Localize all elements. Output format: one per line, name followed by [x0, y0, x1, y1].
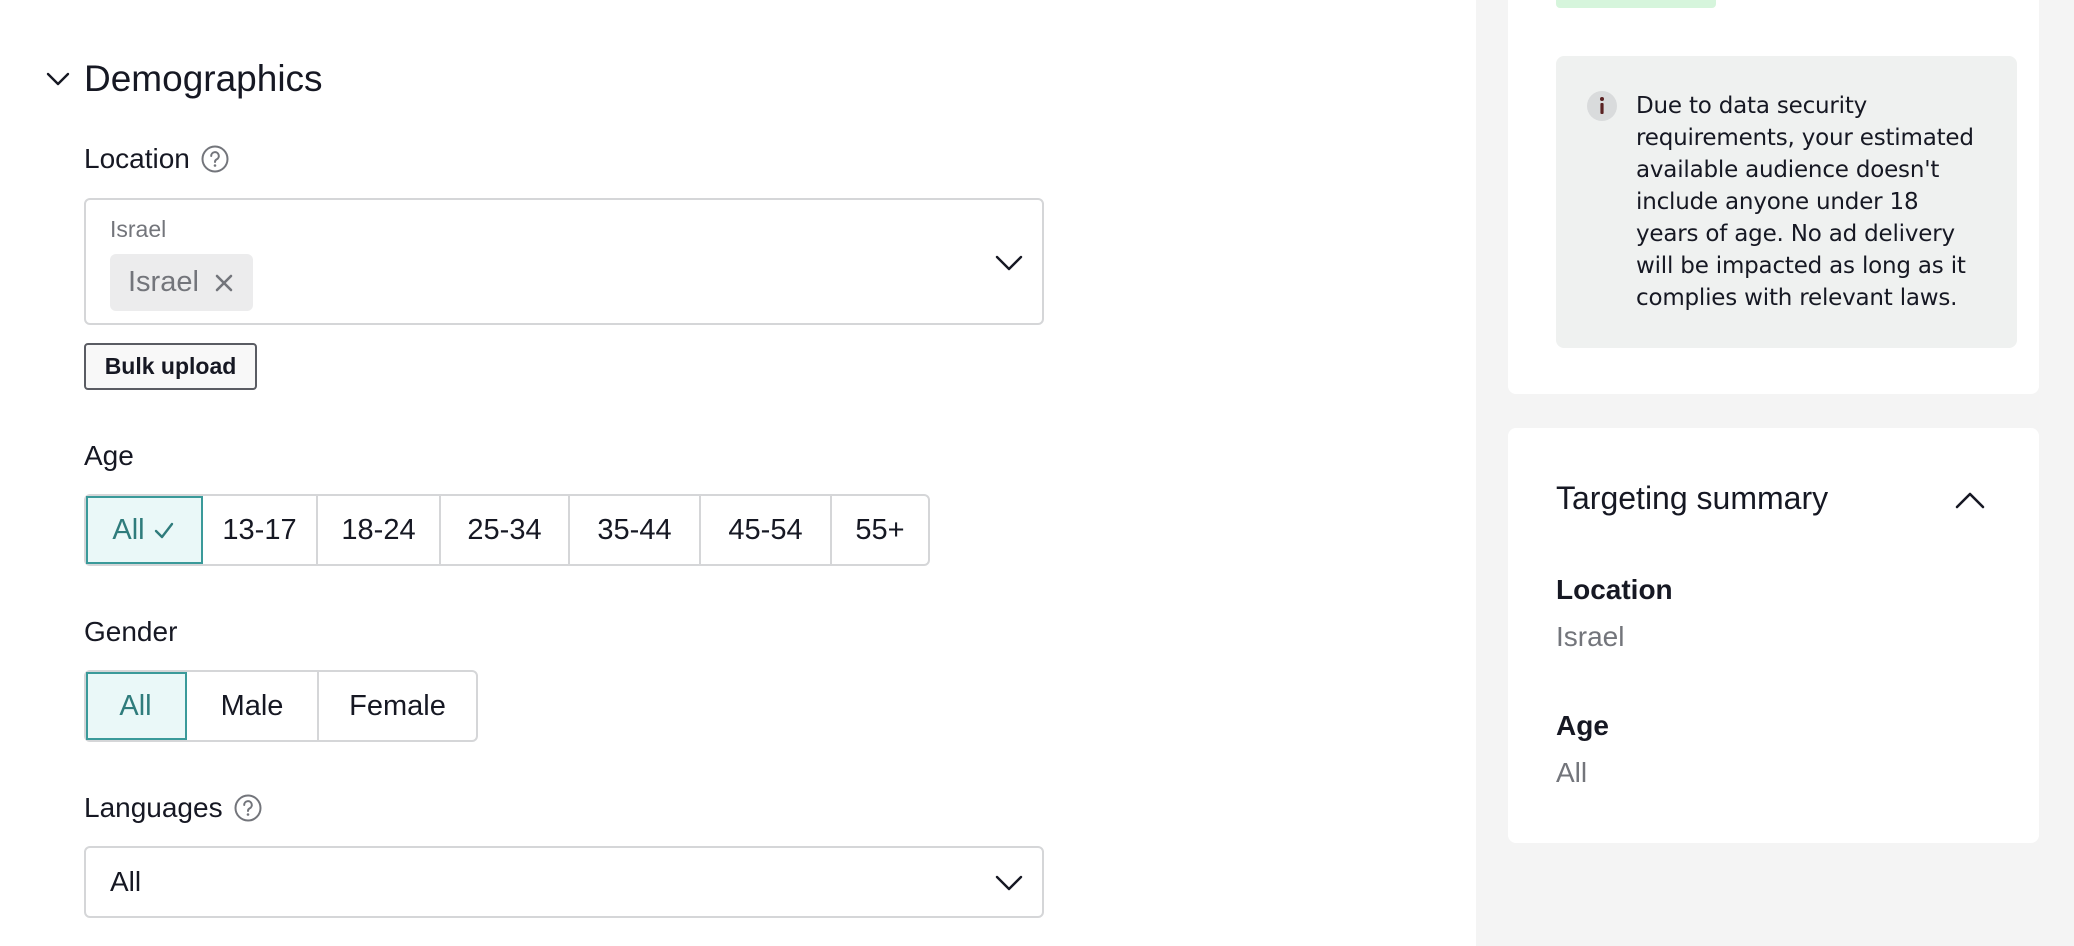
age-label-text: Age	[84, 440, 134, 471]
age-option-45-54[interactable]: 45-54	[701, 496, 832, 564]
targeting-summary-card: Targeting summary Location Israel Age Al…	[1508, 428, 2039, 843]
age-option-13-17[interactable]: 13-17	[203, 496, 318, 564]
chevron-down-icon[interactable]	[994, 247, 1024, 277]
gender-option-all[interactable]: All	[86, 672, 187, 740]
gender-label: Gender	[84, 616, 177, 648]
location-label: Location	[84, 143, 230, 175]
location-tag-label: Israel	[128, 266, 199, 298]
summary-age-value: All	[1556, 757, 1588, 788]
chevron-down-icon	[995, 875, 1023, 891]
gender-option-female[interactable]: Female	[319, 672, 476, 740]
targeting-sidebar: Due to data security requirements, your …	[1476, 0, 2074, 946]
chevron-up-icon[interactable]	[1953, 483, 1987, 517]
location-select[interactable]: Israel Israel	[84, 198, 1044, 325]
bulk-upload-button[interactable]: Bulk upload	[84, 343, 257, 390]
gender-label-text: Gender	[84, 616, 178, 647]
languages-label: Languages	[84, 792, 263, 824]
languages-label-text: Languages	[84, 792, 223, 823]
age-option-55-plus[interactable]: 55+	[832, 496, 928, 564]
location-placeholder: Israel	[110, 216, 167, 242]
summary-age-label: Age	[1556, 710, 1609, 741]
age-option-35-44[interactable]: 35-44	[570, 496, 701, 564]
age-option-all[interactable]: All	[86, 496, 203, 564]
info-notice-text: Due to data security requirements, your …	[1636, 93, 1974, 311]
section-title: Demographics	[84, 58, 323, 99]
demographics-section-header[interactable]: Demographics	[44, 58, 323, 100]
age-label: Age	[84, 440, 134, 472]
audience-status-bar	[1556, 0, 1716, 8]
age-option-25-34[interactable]: 25-34	[441, 496, 570, 564]
check-icon	[154, 522, 173, 539]
age-option-label: All	[112, 513, 145, 546]
summary-location-value: Israel	[1556, 621, 1625, 652]
age-segmented-control: All 13-17 18-24 25-34 35-44 45-54 55+	[84, 494, 930, 566]
close-icon[interactable]	[213, 272, 235, 294]
audience-card: Due to data security requirements, your …	[1508, 0, 2039, 394]
age-option-18-24[interactable]: 18-24	[318, 496, 441, 564]
location-tag: Israel	[110, 254, 253, 311]
gender-segmented-control: All Male Female	[84, 670, 478, 742]
info-icon	[1587, 91, 1617, 121]
info-notice: Due to data security requirements, your …	[1556, 56, 2017, 348]
targeting-main-panel: Demographics Location Israel Israel Bulk…	[0, 0, 1476, 946]
question-circle-icon[interactable]	[233, 793, 263, 823]
languages-value: All	[110, 866, 142, 897]
chevron-down-icon	[46, 72, 70, 86]
targeting-summary-title: Targeting summary	[1556, 480, 1829, 516]
location-label-text: Location	[84, 143, 190, 174]
languages-select[interactable]: All	[84, 846, 1044, 918]
gender-option-male[interactable]: Male	[187, 672, 319, 740]
question-circle-icon[interactable]	[200, 144, 230, 174]
summary-location-label: Location	[1556, 574, 1673, 605]
